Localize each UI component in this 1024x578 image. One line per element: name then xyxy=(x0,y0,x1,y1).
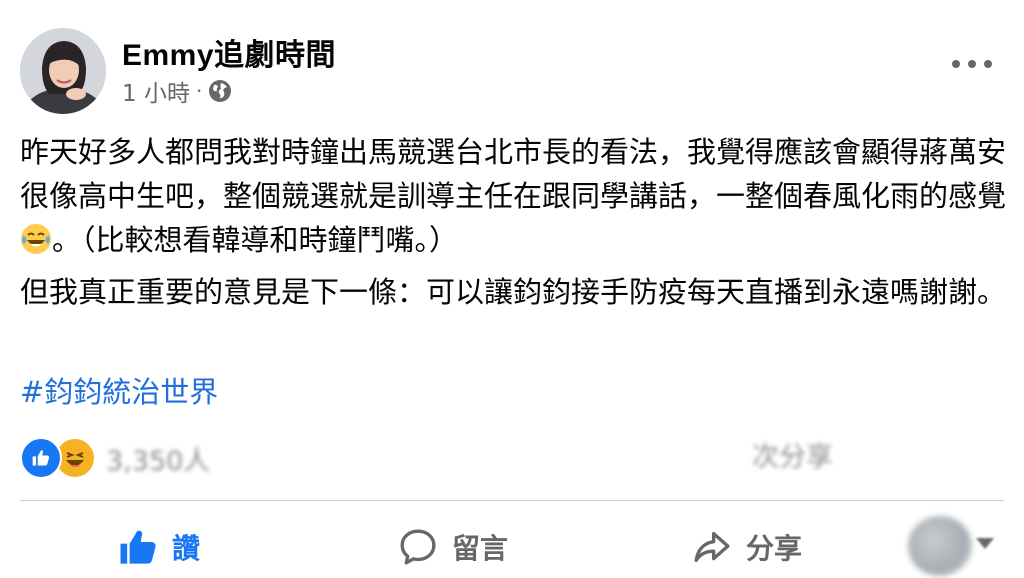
like-button[interactable]: 讚 xyxy=(118,520,200,574)
viewer-avatar[interactable] xyxy=(908,516,972,576)
divider xyxy=(20,500,1004,501)
tears-of-joy-emoji xyxy=(21,224,51,254)
thumbs-up-icon xyxy=(120,530,156,564)
facebook-post: Emmy追劇時間 1 小時 · 昨天好多人都問我對時鐘出馬競選台北市長的看法，我… xyxy=(0,0,1024,578)
reactions-count: 3,350人 xyxy=(106,445,211,477)
post-paragraph-1: 昨天好多人都問我對時鐘出馬競選台北市長的看法，我覺得應該會顯得蔣萬安很像高中生吧… xyxy=(20,130,1010,262)
reactions-summary[interactable]: 3,350人 xyxy=(20,437,211,479)
like-reaction-icon xyxy=(20,437,62,479)
post-paragraph-2: 但我真正重要的意見是下一條：可以讓鈞鈞接手防疫每天直播到永遠嗎謝謝。 xyxy=(20,270,1010,314)
share-arrow-icon xyxy=(694,532,730,562)
paragraph-1-tail: 。（比較想看韓導和時鐘鬥嘴。） xyxy=(52,223,459,257)
more-dot-icon xyxy=(984,60,992,68)
shares-count[interactable]: 次分享 xyxy=(752,438,833,478)
like-label: 讚 xyxy=(172,532,201,565)
paragraph-1-text: 昨天好多人都問我對時鐘出馬競選台北市長的看法，我覺得應該會顯得蔣萬安很像高中生吧… xyxy=(20,135,1007,213)
chevron-down-icon[interactable] xyxy=(976,538,994,549)
paragraph-2-text: 但我真正重要的意見是下一條：可以讓鈞鈞接手防疫每天直播到永遠嗎謝謝。 xyxy=(20,275,1007,309)
author-name[interactable]: Emmy追劇時間 xyxy=(122,30,336,74)
more-dot-icon xyxy=(952,60,960,68)
post-meta: 1 小時 · xyxy=(122,74,232,108)
comment-label: 留言 xyxy=(452,532,509,565)
share-button[interactable]: 分享 xyxy=(692,520,802,574)
share-label: 分享 xyxy=(746,532,803,565)
author-avatar[interactable] xyxy=(20,28,106,114)
comment-icon xyxy=(400,529,436,565)
comment-button[interactable]: 留言 xyxy=(398,520,508,574)
hashtag-link[interactable]: #鈞鈞統治世界 xyxy=(20,370,218,414)
author-photo xyxy=(20,28,106,114)
globe-icon[interactable] xyxy=(208,79,232,103)
meta-separator: · xyxy=(195,79,203,103)
post-time[interactable]: 1 小時 xyxy=(122,74,190,108)
more-dot-icon xyxy=(968,60,976,68)
more-options-button[interactable] xyxy=(952,52,992,76)
